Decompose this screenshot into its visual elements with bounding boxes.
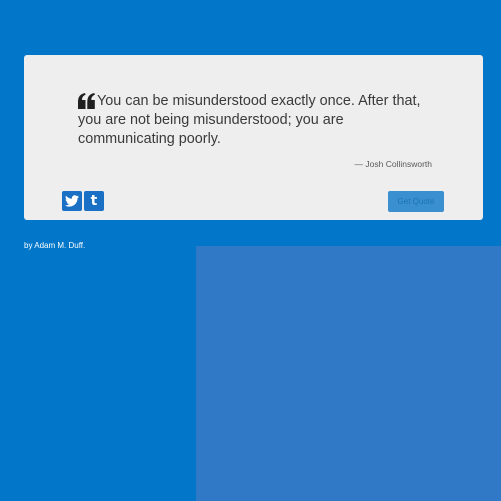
- get-quote-button[interactable]: Get Quote: [388, 191, 444, 212]
- tumblr-icon: t: [90, 193, 98, 209]
- quote-card: You can be misunderstood exactly once. A…: [24, 55, 483, 220]
- quote-body: You can be misunderstood exactly once. A…: [78, 92, 433, 149]
- tumblr-button[interactable]: t: [84, 191, 104, 211]
- quote-text: You can be misunderstood exactly once. A…: [78, 93, 421, 147]
- author-credit: by Adam M. Duff.: [24, 241, 86, 250]
- quote-left-icon: [78, 93, 95, 109]
- twitter-icon: [65, 195, 79, 207]
- tweet-button[interactable]: [62, 191, 82, 211]
- share-buttons: t: [62, 191, 104, 211]
- quote-author: — Josh Collinsworth: [354, 159, 432, 169]
- background-panel: [196, 246, 501, 501]
